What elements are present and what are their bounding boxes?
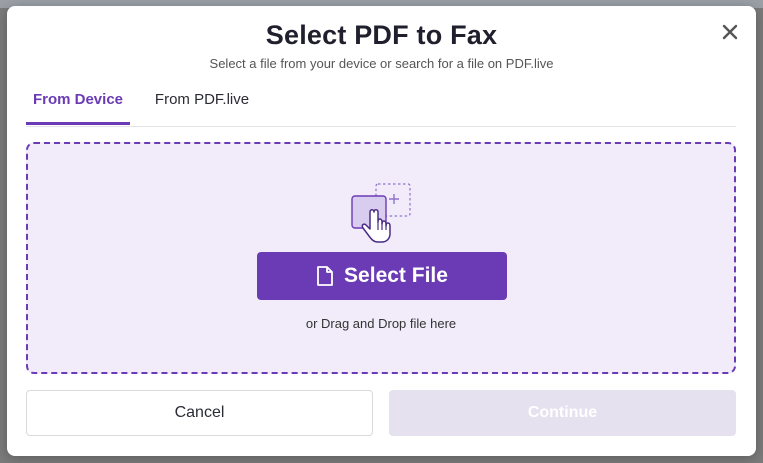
file-dropzone[interactable]: Select File or Drag and Drop file here	[26, 142, 736, 374]
hand-pointer-select-icon	[351, 183, 411, 243]
select-file-label: Select File	[344, 264, 448, 287]
dialog-subtitle: Select a file from your device or search…	[209, 56, 554, 71]
continue-button[interactable]: Continue	[389, 390, 736, 436]
file-icon	[317, 266, 333, 286]
drag-drop-hint: or Drag and Drop file here	[305, 316, 457, 331]
tab-from-pdf-live[interactable]: From PDF.live	[148, 86, 256, 124]
cancel-button[interactable]: Cancel	[26, 390, 373, 436]
dialog-title: Select PDF to Fax	[265, 20, 498, 50]
source-tabs: From Device From PDF.live	[26, 86, 736, 127]
tab-from-device[interactable]: From Device	[26, 86, 130, 125]
close-button[interactable]	[718, 20, 742, 44]
select-file-button[interactable]: Select File	[257, 252, 507, 300]
close-icon	[722, 24, 738, 40]
select-pdf-dialog: Select PDF to Fax Select a file from you…	[7, 6, 756, 456]
